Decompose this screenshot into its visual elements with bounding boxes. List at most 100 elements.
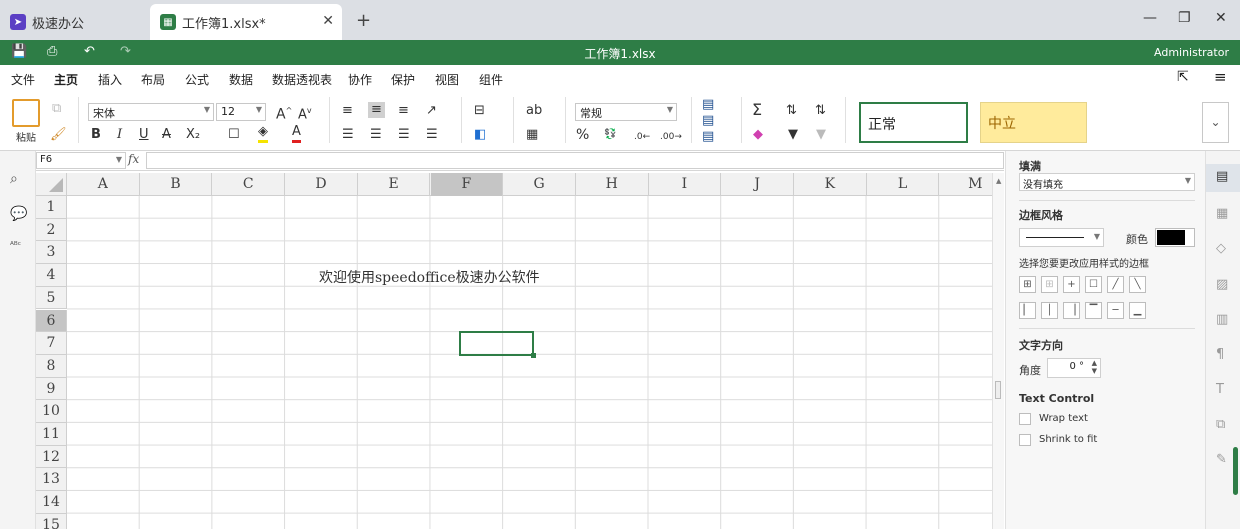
spellcheck-icon[interactable]: ᴬᴮᶜ — [10, 241, 21, 251]
row-header-11[interactable]: 11 — [36, 423, 67, 446]
decrease-decimal-icon[interactable]: .00→ — [660, 129, 682, 145]
strikethrough-icon[interactable]: A — [162, 127, 171, 143]
border-all-icon[interactable]: ⊞ — [1019, 276, 1036, 293]
increase-decimal-icon[interactable]: .0← — [634, 129, 650, 145]
active-cell-F6[interactable] — [459, 331, 536, 358]
insert-cells-icon[interactable]: ▤ — [702, 97, 714, 113]
cell-style-normal[interactable]: 正常 — [859, 102, 968, 143]
window-close-button[interactable]: ✕ — [1215, 10, 1227, 26]
select-all-corner[interactable] — [36, 173, 67, 196]
delete-cells-icon[interactable]: ▤ — [702, 113, 714, 129]
new-tab-button[interactable]: + — [356, 10, 371, 31]
sort-asc-icon[interactable]: ⇅ — [786, 103, 797, 119]
pivot-settings-icon[interactable]: ⧉ — [1216, 417, 1225, 432]
border-style-select[interactable]: ▼ — [1019, 228, 1104, 247]
column-header-L[interactable]: L — [867, 173, 940, 196]
name-box[interactable]: F6 ▼ — [36, 152, 126, 169]
menu-insert[interactable]: 插入 — [98, 71, 122, 88]
border-diag-down-icon[interactable]: ╲ — [1129, 276, 1146, 293]
align-bottom-icon[interactable]: ≡ — [398, 103, 409, 119]
column-header-F[interactable]: F — [430, 173, 504, 196]
row-header-12[interactable]: 12 — [36, 445, 67, 469]
border-horizontal-icon[interactable]: ─ — [1107, 302, 1124, 319]
table-settings-icon[interactable]: ▦ — [1216, 206, 1228, 221]
align-right-icon[interactable]: ☰ — [398, 127, 410, 143]
wrap-icon[interactable]: ⊟ — [474, 103, 485, 119]
column-header-H[interactable]: H — [576, 173, 649, 196]
font-color-icon[interactable]: A — [292, 124, 301, 143]
row-header-4[interactable]: 4 — [36, 264, 67, 287]
cell-D3-text[interactable]: 欢迎使用speedoffice极速办公软件 — [319, 267, 540, 287]
search-icon[interactable]: ⌕ — [10, 171, 18, 187]
subscript-icon[interactable]: X₂ — [186, 127, 200, 143]
fx-icon[interactable]: fx — [128, 152, 139, 166]
vertical-scrollbar[interactable]: ▲ — [992, 173, 1004, 529]
border-right-icon[interactable]: ▕ — [1063, 302, 1080, 319]
border-outer-icon[interactable]: ☐ — [1085, 276, 1102, 293]
scroll-thumb[interactable] — [995, 381, 1001, 399]
close-tab-icon[interactable]: ✕ — [322, 13, 334, 29]
clear-filter-icon[interactable]: ▼ — [816, 127, 826, 143]
minimize-button[interactable]: — — [1143, 10, 1157, 26]
restore-button[interactable]: ❐ — [1178, 10, 1191, 26]
tab-home[interactable]: ➤ 极速办公 — [0, 4, 148, 40]
clear-icon[interactable]: ◆ — [753, 127, 763, 143]
menu-layout[interactable]: 布局 — [141, 71, 165, 88]
decrease-font-icon[interactable]: Av — [298, 103, 312, 123]
column-header-M[interactable]: M — [939, 173, 992, 196]
border-top-icon[interactable]: ▔ — [1085, 302, 1102, 319]
paragraph-settings-icon[interactable]: ¶ — [1216, 347, 1224, 362]
fill-select[interactable]: 没有填充 ▼ — [1019, 173, 1195, 191]
column-header-D[interactable]: D — [285, 173, 358, 196]
text-art-icon[interactable]: T — [1216, 382, 1224, 397]
italic-icon[interactable]: I — [117, 127, 122, 143]
row-header-9[interactable]: 9 — [36, 377, 67, 401]
menu-formula[interactable]: 公式 — [185, 71, 209, 88]
spinner-icon[interactable]: ▲ ▼ — [1092, 359, 1097, 375]
percent-icon[interactable]: % — [576, 127, 589, 143]
row-header-14[interactable]: 14 — [36, 491, 67, 514]
row-header-15[interactable]: 15 — [36, 513, 67, 529]
row-header-6[interactable]: 6 — [36, 309, 67, 333]
autosum-icon[interactable]: Σ — [752, 102, 762, 118]
bold-icon[interactable]: B — [91, 127, 101, 143]
row-header-3[interactable]: 3 — [36, 241, 67, 265]
menu-view[interactable]: 视图 — [435, 71, 459, 88]
shape-settings-icon[interactable]: ◇ — [1216, 241, 1226, 256]
row-header-10[interactable]: 10 — [36, 400, 67, 423]
column-header-I[interactable]: I — [649, 173, 722, 196]
row-header-1[interactable]: 1 — [36, 196, 67, 219]
column-header-A[interactable]: A — [67, 173, 140, 196]
menu-protect[interactable]: 保护 — [391, 71, 415, 88]
shrink-to-fit-checkbox[interactable] — [1019, 434, 1031, 446]
menu-data[interactable]: 数据 — [229, 71, 253, 88]
menu-file[interactable]: 文件 — [11, 71, 35, 88]
column-header-C[interactable]: C — [212, 173, 286, 196]
format-cells-icon[interactable]: ▤ — [702, 129, 714, 145]
border-left-icon[interactable]: ▏ — [1019, 302, 1036, 319]
paste-icon[interactable] — [12, 99, 40, 127]
border-diag-up-icon[interactable]: ╱ — [1107, 276, 1124, 293]
row-header-2[interactable]: 2 — [36, 218, 67, 242]
styles-expand-button[interactable]: ⌄ — [1202, 102, 1229, 143]
align-center-icon[interactable]: ☰ — [370, 127, 382, 143]
comment-icon[interactable]: 💬 — [10, 206, 27, 222]
menu-home[interactable]: 主页 — [54, 71, 79, 93]
angle-input[interactable]: 0 ° ▲ ▼ — [1047, 358, 1101, 378]
justify-icon[interactable]: ☰ — [426, 127, 438, 143]
open-file-icon[interactable]: ⇱ — [1177, 69, 1189, 85]
signature-settings-icon[interactable]: ✎ — [1216, 452, 1227, 467]
fill-color-icon[interactable]: ◈ — [258, 124, 268, 143]
column-header-E[interactable]: E — [358, 173, 431, 196]
image-settings-icon[interactable]: ▨ — [1216, 277, 1228, 292]
tab-workbook[interactable]: ▦ 工作簿1.xlsx* ✕ — [150, 4, 342, 40]
row-header-8[interactable]: 8 — [36, 354, 67, 378]
filter-icon[interactable]: ▼ — [788, 127, 798, 143]
column-header-G[interactable]: G — [503, 173, 576, 196]
copy-icon[interactable]: ⧉ — [52, 101, 61, 117]
text-convert-icon[interactable]: ab — [526, 103, 542, 119]
cell-style-neutral[interactable]: 中立 — [980, 102, 1087, 143]
formula-input[interactable] — [146, 152, 1004, 169]
currency-icon[interactable]: 💱 — [604, 127, 616, 143]
row-header-7[interactable]: 7 — [36, 332, 67, 355]
